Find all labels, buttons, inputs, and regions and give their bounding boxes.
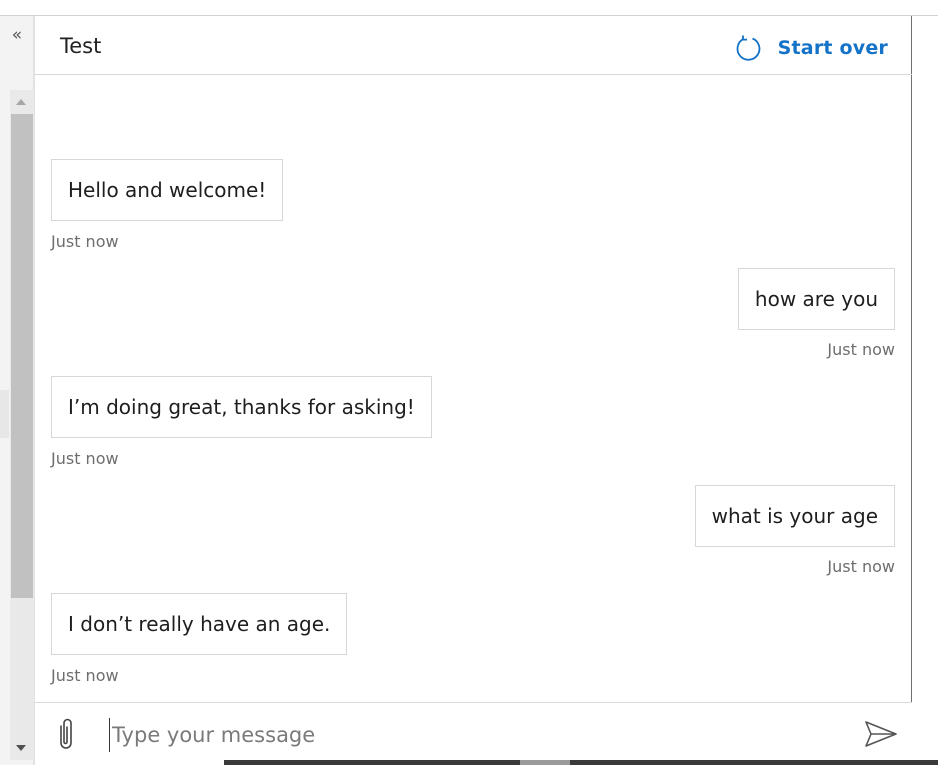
collapse-panel-button[interactable]: « — [0, 16, 34, 56]
message-timestamp: Just now — [51, 666, 119, 685]
chat-header: Test Start over — [35, 16, 912, 75]
send-icon[interactable] — [864, 720, 898, 748]
user-message: what is your age — [694, 485, 895, 547]
message-input[interactable] — [109, 718, 799, 752]
side-tab[interactable] — [0, 390, 9, 438]
refresh-icon — [736, 35, 761, 61]
bot-message: Hello and welcome! — [51, 159, 284, 221]
chat-panel: Test Start over Hello and welcome! Just … — [34, 16, 912, 765]
chat-title: Test — [60, 34, 102, 58]
scroll-thumb[interactable] — [11, 114, 33, 598]
message-timestamp: Just now — [827, 557, 895, 576]
user-message: how are you — [737, 268, 895, 330]
message-timestamp: Just now — [51, 449, 119, 468]
scroll-down-arrow-icon[interactable] — [10, 740, 34, 756]
start-over-label: Start over — [777, 37, 888, 59]
start-over-button[interactable]: Start over — [734, 33, 888, 63]
bot-message: I don’t really have an age. — [51, 593, 348, 655]
paperclip-icon[interactable] — [53, 716, 79, 752]
scroll-up-arrow-icon[interactable] — [10, 94, 34, 110]
message-composer — [35, 702, 912, 765]
scrollbar[interactable] — [10, 90, 34, 760]
double-chevron-left-icon: « — [11, 25, 23, 45]
message-timestamp: Just now — [827, 340, 895, 359]
message-timestamp: Just now — [51, 232, 119, 251]
bot-message: I’m doing great, thanks for asking! — [51, 376, 432, 438]
taskbar-strip-highlight — [520, 760, 570, 765]
taskbar-strip — [224, 760, 938, 765]
